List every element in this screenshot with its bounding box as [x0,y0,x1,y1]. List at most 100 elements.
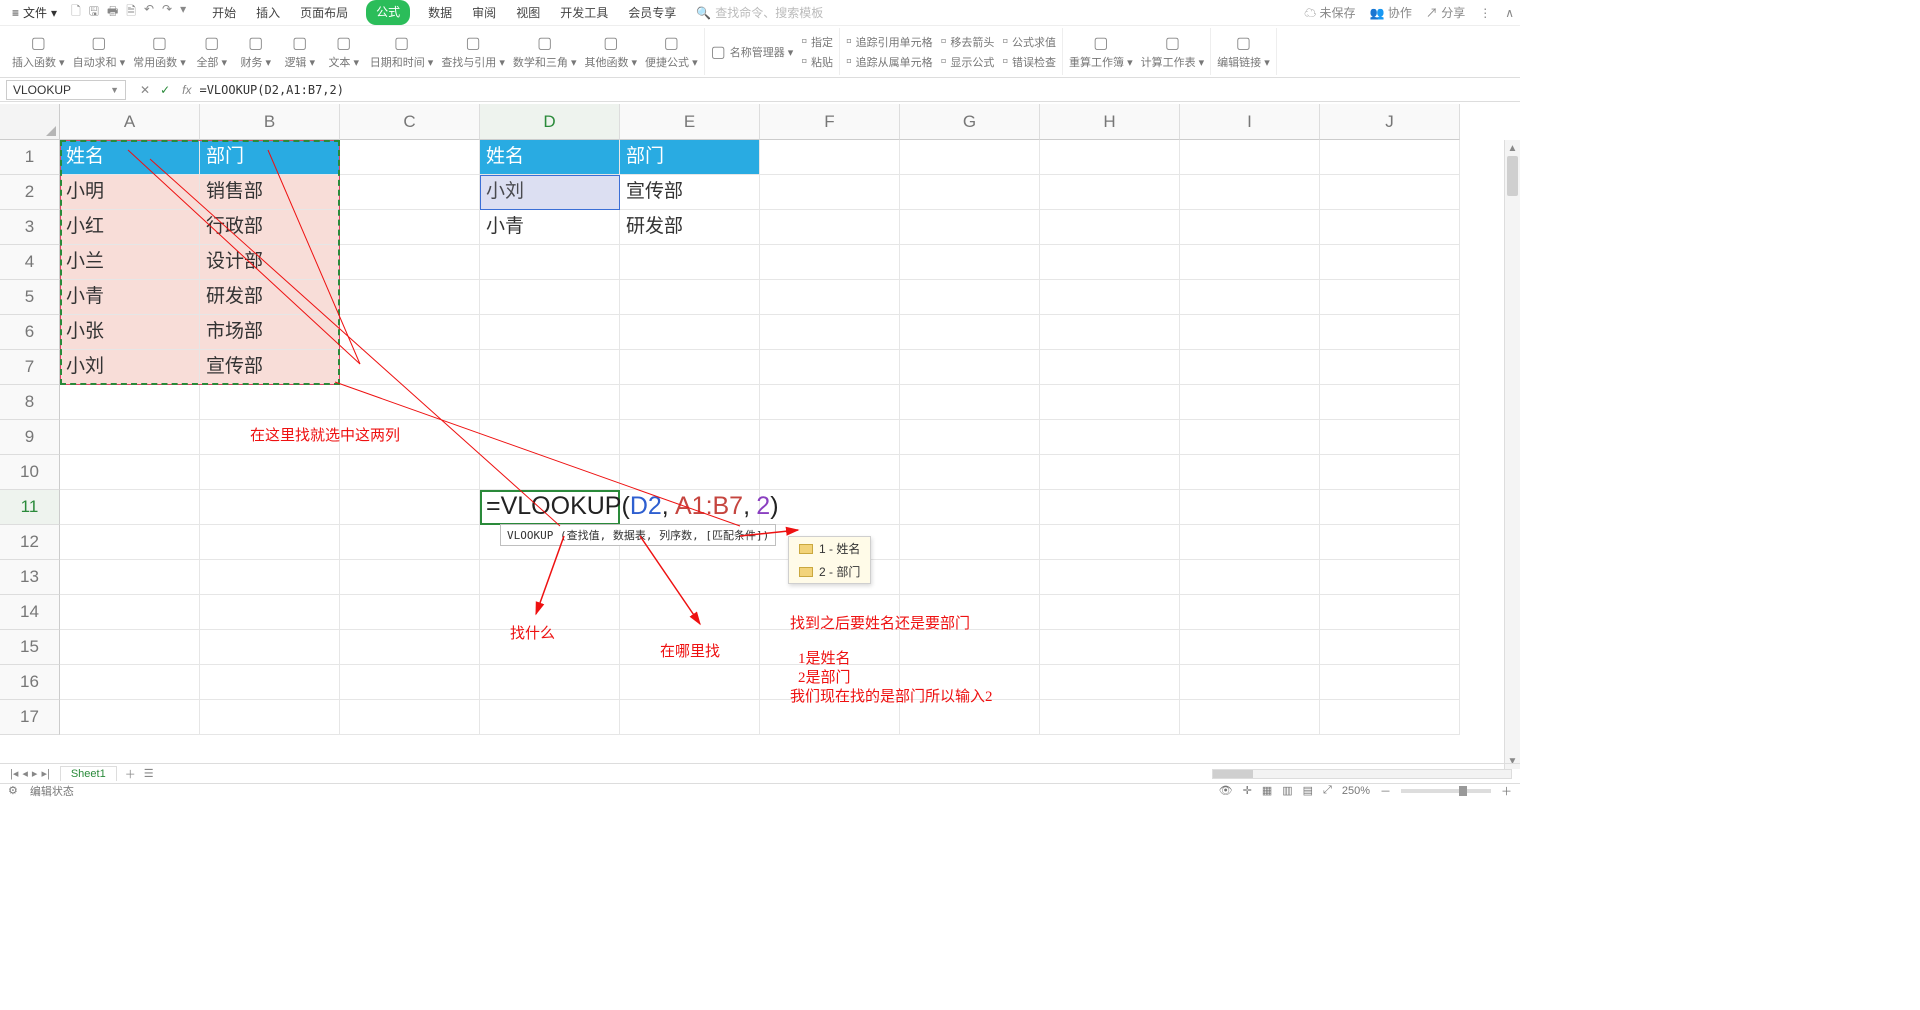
cell-D17[interactable] [480,700,620,735]
cell-I14[interactable] [1180,595,1320,630]
cell-A15[interactable] [60,630,200,665]
cell-C12[interactable] [340,525,480,560]
cell-F10[interactable] [760,455,900,490]
cell-D4[interactable] [480,245,620,280]
ribbon-自动求和[interactable]: ▢自动求和 ▾ [73,33,126,70]
row-header-12[interactable]: 12 [0,525,60,560]
center-icon[interactable]: ✛ [1243,784,1252,797]
cell-J4[interactable] [1320,245,1460,280]
row-header-11[interactable]: 11 [0,490,60,525]
cell-D8[interactable] [480,385,620,420]
cell-J10[interactable] [1320,455,1460,490]
cell-B8[interactable] [200,385,340,420]
row-header-17[interactable]: 17 [0,700,60,735]
cell-A7[interactable]: 小刘 [60,350,200,385]
ribbon-插入函数[interactable]: ▢插入函数 ▾ [12,33,65,70]
cell-A12[interactable] [60,525,200,560]
cell-J9[interactable] [1320,420,1460,455]
cell-E17[interactable] [620,700,760,735]
cell-H9[interactable] [1040,420,1180,455]
menu-tab-会员专享[interactable]: 会员专享 [626,0,678,25]
cell-F3[interactable] [760,210,900,245]
ribbon-追踪从属单元格[interactable]: ▫追踪从属单元格 [846,53,933,71]
cell-G6[interactable] [900,315,1040,350]
cell-G15[interactable] [900,630,1040,665]
cell-I13[interactable] [1180,560,1320,595]
col-header-B[interactable]: B [200,104,340,140]
cell-I12[interactable] [1180,525,1320,560]
command-search[interactable]: 🔍 查找命令、搜索模板 [696,4,823,21]
cell-B11[interactable] [200,490,340,525]
select-all-corner[interactable] [0,104,60,140]
view-page-icon[interactable]: ▥ [1282,784,1292,797]
cell-H12[interactable] [1040,525,1180,560]
row-header-1[interactable]: 1 [0,140,60,175]
menu-tab-审阅[interactable]: 审阅 [470,0,498,25]
cell-H7[interactable] [1040,350,1180,385]
cell-E16[interactable] [620,665,760,700]
cell-H14[interactable] [1040,595,1180,630]
ribbon-重算工作簿[interactable]: ▢重算工作簿 ▾ [1069,33,1133,70]
cell-E6[interactable] [620,315,760,350]
cell-H10[interactable] [1040,455,1180,490]
fx-icon[interactable]: fx [182,83,191,97]
row-header-4[interactable]: 4 [0,245,60,280]
ribbon-错误检查[interactable]: ▫错误检查 [1002,53,1056,71]
cell-D5[interactable] [480,280,620,315]
ribbon-追踪引用单元格[interactable]: ▫追踪引用单元格 [846,33,933,51]
ribbon-显示公式[interactable]: ▫显示公式 [941,53,995,71]
cell-C6[interactable] [340,315,480,350]
col-header-H[interactable]: H [1040,104,1180,140]
ribbon-计算工作表[interactable]: ▢计算工作表 ▾ [1141,33,1205,70]
add-sheet-button[interactable]: ＋ [125,766,136,782]
cell-A13[interactable] [60,560,200,595]
cell-J1[interactable] [1320,140,1460,175]
coop-button[interactable]: 👥 协作 [1370,4,1412,21]
cell-J5[interactable] [1320,280,1460,315]
eye-icon[interactable]: 👁 [1219,784,1233,797]
scroll-thumb[interactable] [1507,156,1518,196]
formula-bar-input[interactable]: =VLOOKUP(D2,A1:B7,2) [199,83,1520,97]
cell-J17[interactable] [1320,700,1460,735]
cell-H1[interactable] [1040,140,1180,175]
cell-C16[interactable] [340,665,480,700]
cell-D2[interactable]: 小刘 [480,175,620,210]
cell-I6[interactable] [1180,315,1320,350]
cell-D6[interactable] [480,315,620,350]
settings-icon[interactable]: ⚙ [8,784,18,797]
cell-H11[interactable] [1040,490,1180,525]
cell-H5[interactable] [1040,280,1180,315]
column-index-suggest[interactable]: 1 - 姓名 2 - 部门 [788,536,871,584]
ribbon-编辑链接[interactable]: ▢编辑链接 ▾ [1217,33,1270,70]
cell-G1[interactable] [900,140,1040,175]
cell-F6[interactable] [760,315,900,350]
cell-B14[interactable] [200,595,340,630]
row-header-8[interactable]: 8 [0,385,60,420]
cell-E13[interactable] [620,560,760,595]
cell-B15[interactable] [200,630,340,665]
cell-I1[interactable] [1180,140,1320,175]
zoom-slider[interactable] [1401,789,1491,793]
cell-E5[interactable] [620,280,760,315]
row-header-2[interactable]: 2 [0,175,60,210]
cell-D10[interactable] [480,455,620,490]
name-box[interactable]: VLOOKUP ▼ [6,80,126,100]
cell-D1[interactable]: 姓名 [480,140,620,175]
cell-B12[interactable] [200,525,340,560]
menu-tab-视图[interactable]: 视图 [514,0,542,25]
ribbon-全部[interactable]: ▢全部 ▾ [194,33,230,70]
qat-new-icon[interactable]: 🗋 [71,2,81,23]
row-header-9[interactable]: 9 [0,420,60,455]
cell-A6[interactable]: 小张 [60,315,200,350]
zoom-value[interactable]: 250% [1342,785,1370,797]
cell-A14[interactable] [60,595,200,630]
cell-D16[interactable] [480,665,620,700]
cell-I16[interactable] [1180,665,1320,700]
cell-C7[interactable] [340,350,480,385]
horizontal-scrollbar[interactable] [1212,769,1512,779]
cell-C4[interactable] [340,245,480,280]
ribbon-数学和三角[interactable]: ▢数学和三角 ▾ [513,33,577,70]
cell-I2[interactable] [1180,175,1320,210]
cell-I15[interactable] [1180,630,1320,665]
qat-redo-icon[interactable]: ↷ [162,2,172,23]
